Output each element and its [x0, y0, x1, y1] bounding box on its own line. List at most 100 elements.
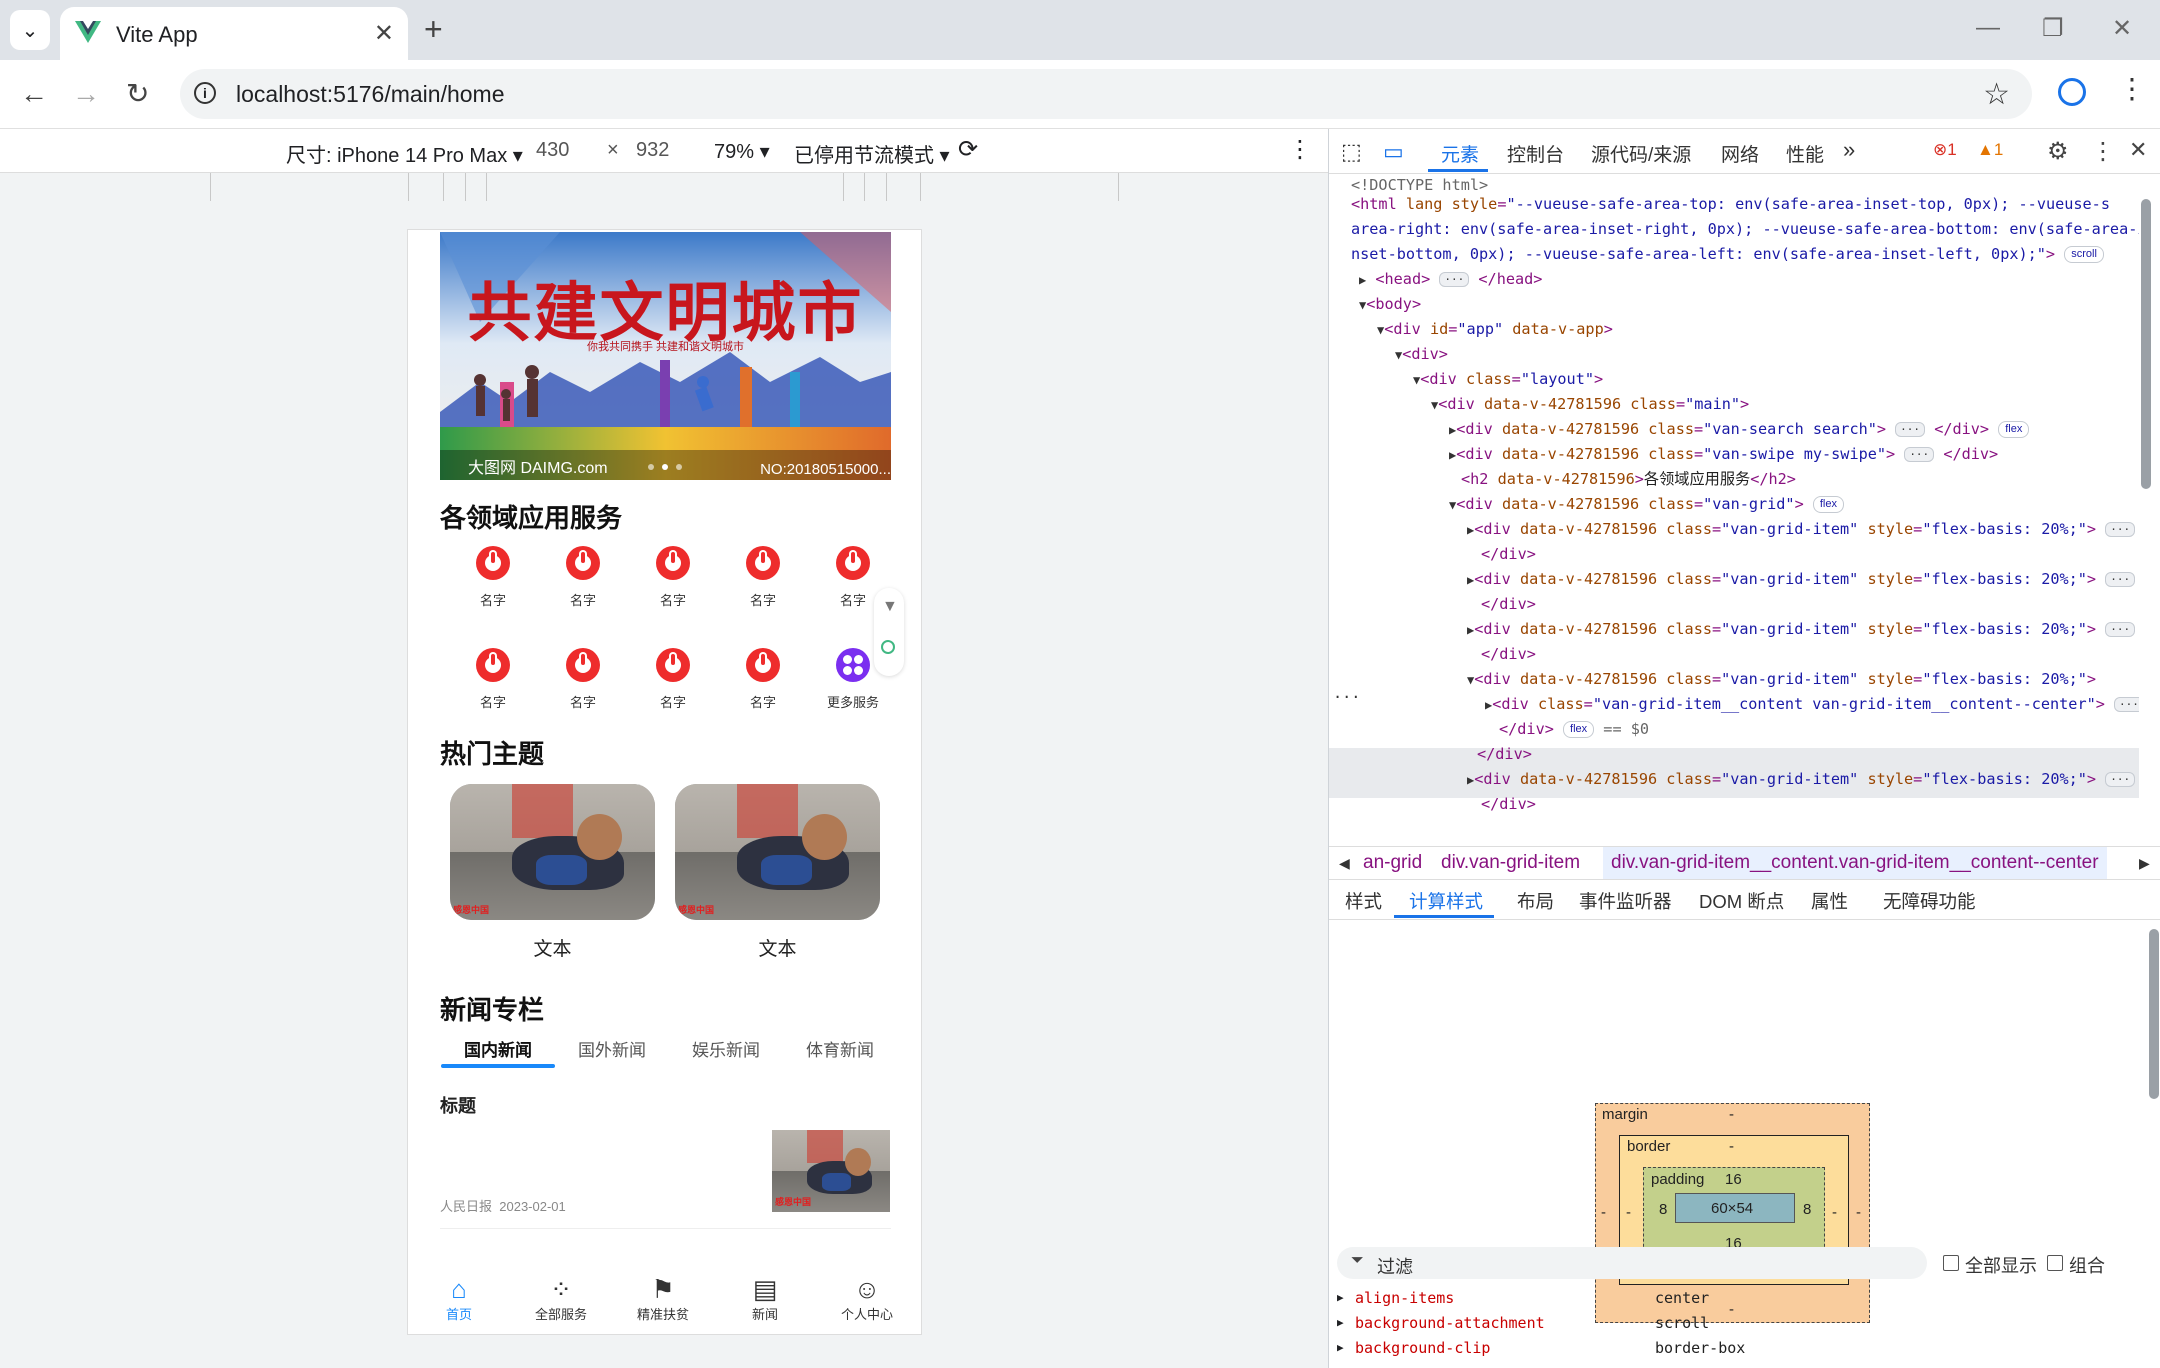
subtab-event-listeners[interactable]: 事件监听器 — [1579, 888, 1672, 914]
service-item[interactable]: 名字 — [448, 546, 538, 609]
subtab-styles[interactable]: 样式 — [1345, 888, 1382, 914]
service-item[interactable]: 名字 — [448, 648, 538, 711]
swipe-indicator-active[interactable] — [662, 464, 668, 470]
topic-card[interactable]: 感恩中国 文本 — [675, 784, 880, 961]
minimize-icon[interactable]: — — [1976, 14, 2000, 42]
service-item[interactable]: 名字 — [718, 546, 808, 609]
crumb-item[interactable]: div.van-grid-item — [1441, 852, 1580, 874]
swipe-indicator[interactable] — [648, 464, 654, 470]
crumb-item[interactable]: an-grid — [1363, 852, 1422, 874]
crumb-item-active[interactable]: div.van-grid-item__content.van-grid-item… — [1603, 847, 2107, 879]
dom-line[interactable]: ▶<div data-v-42781596 class="van-grid-it… — [1467, 517, 2136, 543]
settings-gear-icon[interactable]: ⚙ — [2047, 137, 2069, 166]
tab-performance[interactable]: 性能 — [1786, 140, 1824, 167]
dom-line[interactable]: </div> — [1481, 642, 1536, 667]
expand-icon[interactable]: ▶ — [1337, 1291, 1344, 1304]
bookmark-star-icon[interactable]: ☆ — [1983, 77, 2010, 112]
service-item[interactable]: 名字 — [628, 546, 718, 609]
dom-line[interactable]: ▶<div data-v-42781596 class="van-swipe m… — [1449, 442, 1998, 468]
tab-foreign-news[interactable]: 国外新闻 — [555, 1036, 669, 1061]
rotate-icon[interactable]: ⟳ — [958, 135, 978, 164]
throttle-select[interactable]: 已停用节流模式 ▾ — [794, 139, 950, 168]
site-info-icon[interactable]: i — [194, 82, 216, 104]
dom-tree-scroll-thumb[interactable] — [2141, 199, 2151, 489]
dom-line[interactable]: ▼<body> — [1359, 292, 1421, 318]
close-devtools-icon[interactable]: ✕ — [2129, 137, 2147, 163]
filter-input[interactable]: ⏷ 过滤 — [1337, 1247, 1927, 1279]
device-more-icon[interactable]: ⋮ — [1288, 135, 1312, 164]
forward-icon[interactable]: → — [72, 78, 100, 110]
dom-line[interactable]: ▼<div data-v-42781596 class="main"> — [1431, 392, 1749, 418]
service-item[interactable]: 名字 — [718, 648, 808, 711]
tab-console[interactable]: 控制台 — [1507, 140, 1564, 167]
browser-tab[interactable]: Vite App ✕ — [60, 7, 408, 60]
device-select[interactable]: 尺寸: iPhone 14 Pro Max ▾ — [286, 139, 523, 168]
expand-icon[interactable]: ▶ — [1337, 1316, 1344, 1329]
swipe-indicator[interactable] — [676, 464, 682, 470]
tab-sources[interactable]: 源代码/来源 — [1591, 140, 1691, 167]
tab-search-dropdown[interactable]: ⌄ — [10, 10, 50, 50]
service-item[interactable]: 名字 — [628, 648, 718, 711]
service-item[interactable]: 名字 — [538, 546, 628, 609]
new-tab-icon[interactable]: + — [424, 12, 443, 46]
dom-line[interactable]: </div> flex == $0 — [1499, 717, 1649, 742]
dom-line[interactable]: ▶ <head> ··· </head> — [1359, 267, 1542, 293]
tabbar-all-services[interactable]: ⁘ 全部服务 — [510, 1270, 612, 1323]
url-text[interactable]: localhost:5176/main/home — [236, 81, 505, 108]
dom-line[interactable]: <h2 data-v-42781596>各领域应用服务</h2> — [1461, 467, 1796, 492]
service-item[interactable]: 名字 — [538, 648, 628, 711]
tabbar-home[interactable]: ⌂ 首页 — [408, 1270, 510, 1323]
subtab-properties[interactable]: 属性 — [1811, 888, 1848, 914]
dom-tree[interactable]: <!DOCTYPE html> <html lang style="--vueu… — [1329, 173, 2139, 839]
restore-icon[interactable]: ❐ — [2042, 14, 2064, 43]
subtab-computed[interactable]: 计算样式 — [1409, 888, 1483, 914]
crumb-scroll-right-icon[interactable]: ▶ — [2139, 855, 2150, 872]
styles-scroll-thumb[interactable] — [2149, 929, 2159, 1099]
dom-line[interactable]: ▼<div data-v-42781596 class="van-grid"> … — [1449, 492, 1844, 518]
crumb-scroll-left-icon[interactable]: ◀ — [1339, 855, 1350, 872]
close-tab-icon[interactable]: ✕ — [374, 19, 394, 48]
expand-icon[interactable]: ▶ — [1337, 1341, 1344, 1354]
filter-funnel-icon[interactable]: ▼ — [882, 598, 898, 616]
error-count[interactable]: ⊗1 — [1933, 140, 1957, 160]
dom-line[interactable]: area-right: env(safe-area-inset-right, 0… — [1351, 217, 2139, 242]
subtab-dom-breakpoints[interactable]: DOM 断点 — [1699, 888, 1784, 914]
group-checkbox[interactable] — [2047, 1255, 2063, 1271]
tabbar-poverty[interactable]: ⚑ 精准扶贫 — [612, 1270, 714, 1323]
reload-icon[interactable]: ↻ — [126, 78, 149, 110]
inspect-element-icon[interactable]: ⬚ — [1341, 139, 1362, 165]
dom-line[interactable]: </div> — [1481, 592, 1536, 617]
dom-line[interactable]: ▶<div data-v-42781596 class="van-search … — [1449, 417, 2030, 443]
tabbar-news[interactable]: ▤ 新闻 — [714, 1270, 816, 1323]
show-all-checkbox[interactable] — [1943, 1255, 1959, 1271]
warning-count[interactable]: ▲1 — [1977, 140, 2003, 160]
dom-line[interactable]: nset-bottom, 0px); --vueuse-safe-area-le… — [1351, 242, 2104, 267]
dom-line[interactable]: ▼<div id="app" data-v-app> — [1377, 317, 1613, 343]
back-icon[interactable]: ← — [20, 78, 48, 110]
dom-line[interactable]: ▼<div> — [1395, 342, 1448, 368]
device-toggle-icon[interactable]: ▭ — [1383, 139, 1404, 165]
dom-line-selected[interactable]: ▶<div class="van-grid-item__content van-… — [1485, 692, 2139, 718]
banner-swipe[interactable]: 共建文明城市 你我共同携手 共建和谐文明城市 大图网 DAIMG.com NO:… — [440, 232, 891, 480]
dom-line[interactable]: ▶<div data-v-42781596 class="van-grid-it… — [1467, 617, 2136, 643]
more-menu-icon[interactable]: ⋮ — [2118, 72, 2146, 105]
subtab-accessibility[interactable]: 无障碍功能 — [1883, 888, 1976, 914]
dom-line[interactable]: ▶<div data-v-42781596 class="van-grid-it… — [1467, 767, 2136, 793]
close-window-icon[interactable]: ✕ — [2112, 14, 2132, 43]
news-item-title[interactable]: 标题 — [440, 1092, 476, 1118]
dom-line[interactable]: ▶<div data-v-42781596 class="van-grid-it… — [1467, 567, 2136, 593]
dom-line[interactable]: </div> — [1481, 792, 1536, 817]
tab-network[interactable]: 网络 — [1721, 140, 1759, 167]
dom-line[interactable]: <html lang style="--vueuse-safe-area-top… — [1351, 192, 2110, 217]
tab-sports-news[interactable]: 体育新闻 — [783, 1036, 897, 1061]
height-input[interactable]: 932 — [636, 139, 669, 162]
target-icon[interactable] — [881, 640, 895, 654]
topic-card[interactable]: 感恩中国 文本 — [450, 784, 655, 961]
tabbar-profile[interactable]: ☺ 个人中心 — [816, 1270, 918, 1323]
floating-controls[interactable]: ▼ — [874, 588, 904, 676]
news-thumbnail[interactable]: 感恩中国 — [772, 1130, 890, 1212]
dom-line-more-icon[interactable]: ··· — [1333, 685, 1360, 710]
profile-icon[interactable] — [2058, 78, 2086, 106]
dom-line[interactable]: </div> — [1481, 542, 1536, 567]
tab-entertainment-news[interactable]: 娱乐新闻 — [669, 1036, 783, 1061]
